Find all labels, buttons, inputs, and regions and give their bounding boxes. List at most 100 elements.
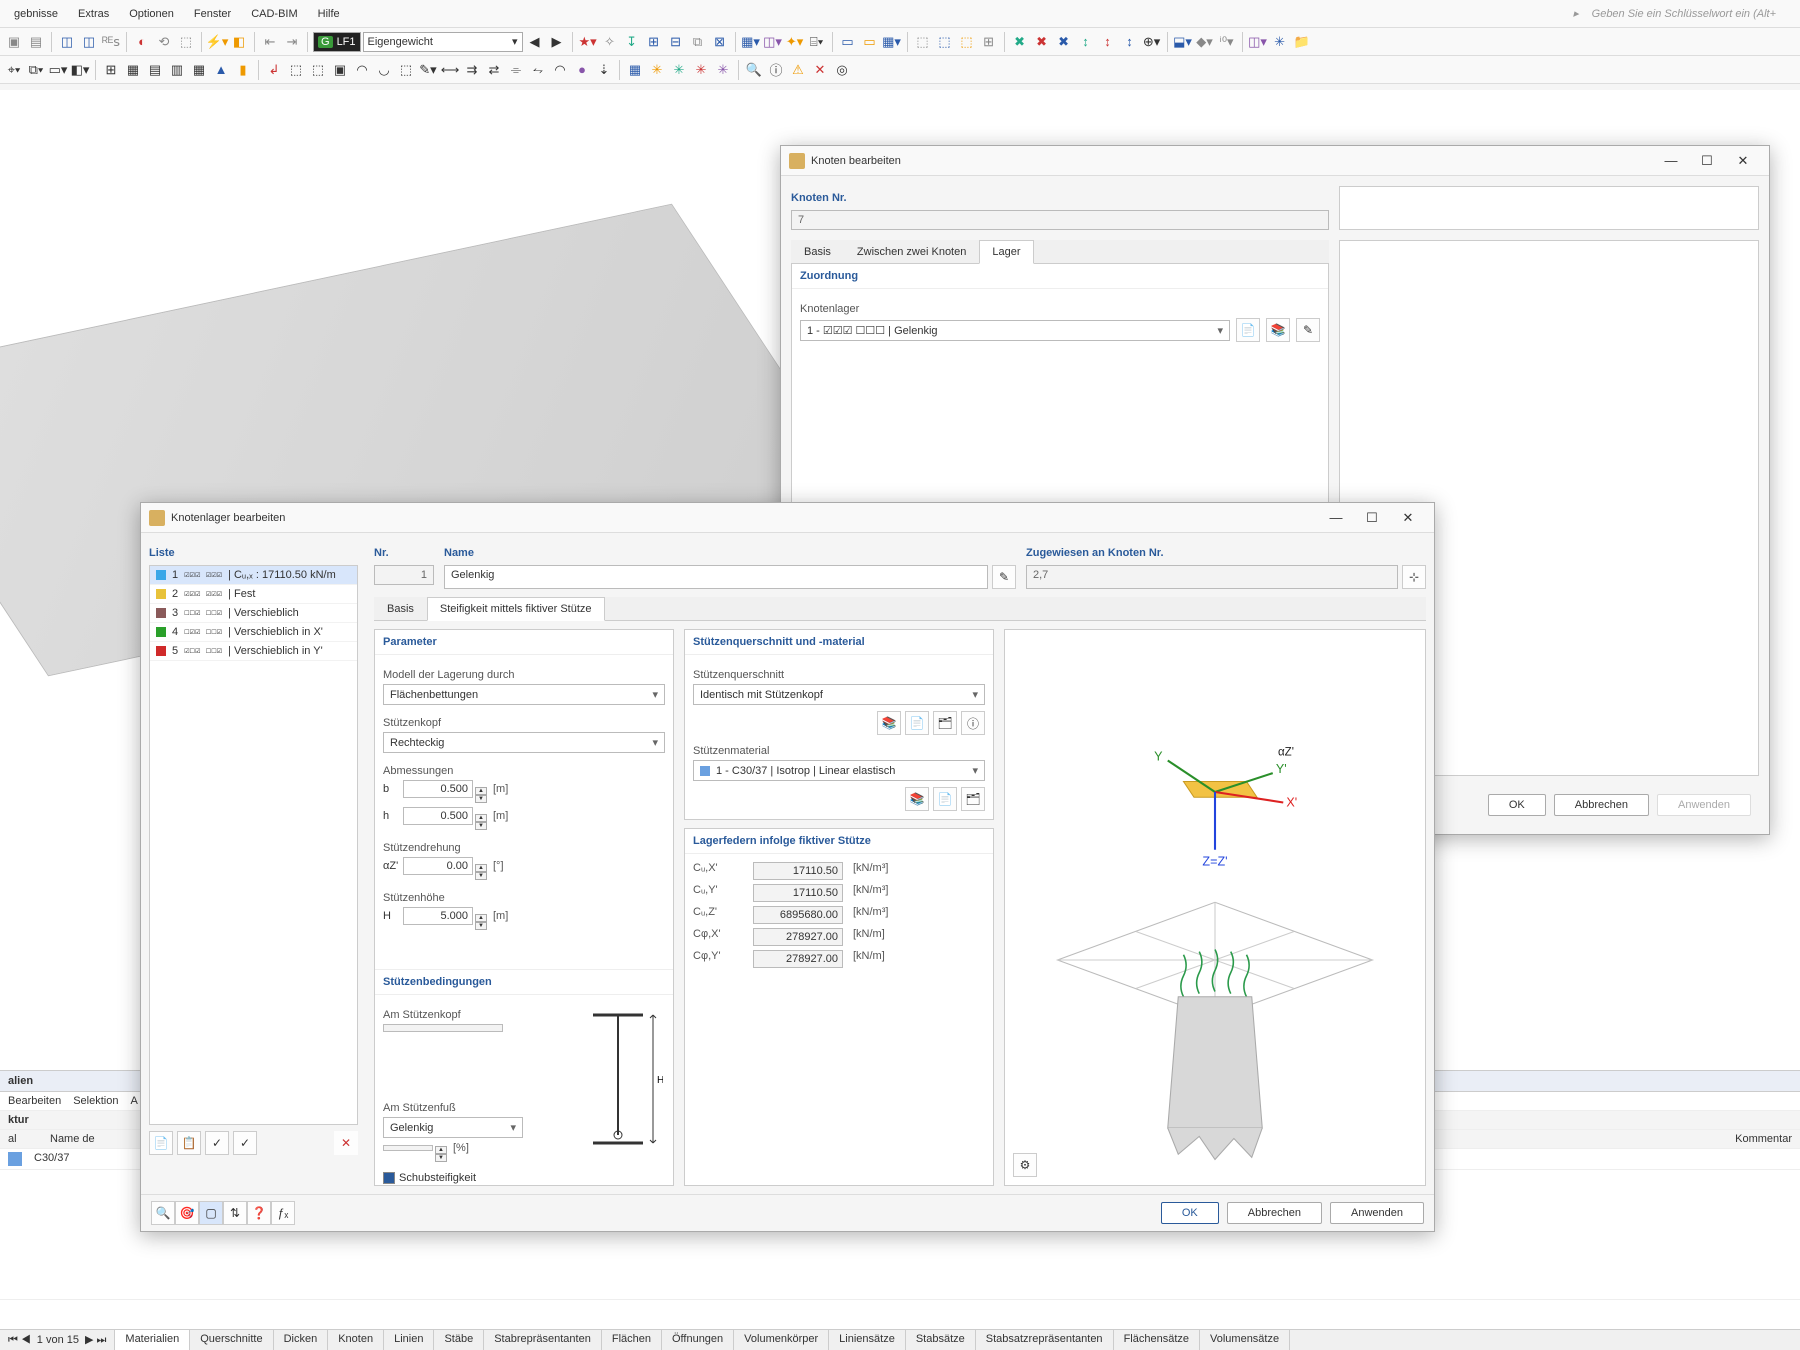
toolbar-icon[interactable]: ⬚ <box>935 32 955 52</box>
edit-name-icon[interactable]: ✎ <box>992 565 1016 589</box>
toolbar-icon[interactable]: ▥ <box>167 60 187 80</box>
model-select[interactable]: Flächenbettungen▾ <box>383 684 665 705</box>
assigned-input[interactable]: 2,7 <box>1026 565 1398 589</box>
toolbar-icon[interactable]: ◐ <box>132 32 152 52</box>
list-item[interactable]: 5☑☐☑ ☐☐☑| Verschieblich in Y' <box>150 642 357 661</box>
toolbar-icon[interactable]: ● <box>572 60 592 80</box>
ok-button[interactable]: OK <box>1488 794 1546 816</box>
lib-icon[interactable]: 📚 <box>905 787 929 811</box>
delete-icon[interactable]: ✕ <box>334 1131 358 1155</box>
toolbar-icon[interactable]: ▦▾ <box>741 32 761 52</box>
axis-y2-icon[interactable]: ↕ <box>1098 32 1118 52</box>
nodal-support-select[interactable]: 1 - ☑☑☑ ☐☐☐ | Gelenkig▾ <box>800 320 1230 341</box>
tab-support[interactable]: Lager <box>979 240 1033 264</box>
node-number-input[interactable]: 7 <box>791 210 1329 230</box>
toolbar-icon[interactable]: ▮ <box>233 60 253 80</box>
menu-item[interactable]: gebnisse <box>4 8 68 20</box>
tool-icon[interactable]: ❓ <box>247 1201 271 1225</box>
toolbar-icon[interactable]: ⊞ <box>979 32 999 52</box>
toolbar-icon[interactable]: ◠ <box>550 60 570 80</box>
toolbar-icon[interactable]: ⬚ <box>913 32 933 52</box>
toolbar-icon[interactable]: ⊞ <box>101 60 121 80</box>
check-icon[interactable]: ✓ <box>205 1131 229 1155</box>
tool-icon[interactable]: ƒₓ <box>271 1201 295 1225</box>
tab[interactable]: Stabsätze <box>906 1330 976 1350</box>
toolbar-icon[interactable]: ▭ <box>838 32 858 52</box>
toolbar-icon[interactable]: ◎ <box>832 60 852 80</box>
cancel-button[interactable]: Abbrechen <box>1227 1202 1322 1224</box>
toolbar-icon[interactable]: ◠ <box>352 60 372 80</box>
edit-icon[interactable]: 🗂 <box>961 787 985 811</box>
folder-icon[interactable]: 📁 <box>1292 32 1312 52</box>
apply-button[interactable]: Anwenden <box>1330 1202 1424 1224</box>
axis-y-icon[interactable]: ✖ <box>1032 32 1052 52</box>
tab-basis[interactable]: Basis <box>374 597 427 620</box>
nr-input[interactable]: 1 <box>374 565 434 585</box>
toolbar-icon[interactable]: ◧ <box>229 32 249 52</box>
new-icon[interactable]: 📄 <box>149 1131 173 1155</box>
delete-icon[interactable]: ✕ <box>810 60 830 80</box>
menu-item[interactable]: Extras <box>68 8 119 20</box>
titlebar[interactable]: Knoten bearbeiten ― ☐ ✕ <box>781 146 1769 176</box>
toolbar-icon[interactable]: ⧉▾ <box>26 60 46 80</box>
toolbar-icon[interactable]: ★▾ <box>578 32 598 52</box>
toolbar-icon[interactable]: ⬚ <box>957 32 977 52</box>
toolbar-icon[interactable]: ⌸▾ <box>807 32 827 52</box>
top-cond-input[interactable] <box>383 1024 503 1032</box>
toolbar-icon[interactable]: ▤ <box>145 60 165 80</box>
tab[interactable]: Liniensätze <box>829 1330 906 1350</box>
toolbar-icon[interactable]: ◡ <box>374 60 394 80</box>
toolbar-icon[interactable]: ◫ <box>79 32 99 52</box>
btn[interactable]: Selektion <box>73 1095 118 1107</box>
tab[interactable]: Querschnitte <box>190 1330 273 1350</box>
tab[interactable]: Stäbe <box>434 1330 484 1350</box>
toolbar-icon[interactable]: ✳ <box>647 60 667 80</box>
tab-basis[interactable]: Basis <box>791 240 844 263</box>
close-icon[interactable]: ✕ <box>1725 149 1761 173</box>
toolbar-icon[interactable]: ⌯ <box>506 60 526 80</box>
maximize-icon[interactable]: ☐ <box>1689 149 1725 173</box>
list-item[interactable]: 3☐☐☑ ☐☐☑| Verschieblich <box>150 604 357 623</box>
toolbar-icon[interactable]: ▣ <box>330 60 350 80</box>
list-item[interactable]: 2☑☑☑ ☑☑☑| Fest <box>150 585 357 604</box>
toolbar-icon[interactable]: ↧ <box>622 32 642 52</box>
btn[interactable]: Bearbeiten <box>8 1095 61 1107</box>
axis-x2-icon[interactable]: ↕ <box>1076 32 1096 52</box>
tab[interactable]: Flächen <box>602 1330 662 1350</box>
maximize-icon[interactable]: ☐ <box>1354 506 1390 530</box>
minimize-icon[interactable]: ― <box>1318 506 1354 530</box>
tab[interactable]: Dicken <box>274 1330 329 1350</box>
nav-next-icon[interactable]: ▶ <box>547 32 567 52</box>
toolbar-icon[interactable]: ▭ <box>860 32 880 52</box>
axis-z-icon[interactable]: ✖ <box>1054 32 1074 52</box>
close-icon[interactable]: ✕ <box>1390 506 1426 530</box>
toolbar-icon[interactable]: ⇉ <box>462 60 482 80</box>
new-icon[interactable]: 📄 <box>1236 318 1260 342</box>
record-navigator[interactable]: ⏮ ◀ 1 von 15 ▶ ⏭ <box>0 1330 115 1350</box>
toolbar-icon[interactable]: ⇥ <box>282 32 302 52</box>
view-settings-icon[interactable]: ⚙ <box>1013 1153 1037 1177</box>
minimize-icon[interactable]: ― <box>1653 149 1689 173</box>
b-input[interactable]: 0.500 <box>403 780 473 798</box>
new-icon[interactable]: 📄 <box>905 711 929 735</box>
toolbar-icon[interactable]: ⟲ <box>154 32 174 52</box>
tab[interactable]: Flächensätze <box>1114 1330 1200 1350</box>
h-input[interactable]: 0.500 <box>403 807 473 825</box>
toolbar-icon[interactable]: ⚡▾ <box>207 32 227 52</box>
lib-icon[interactable]: 📚 <box>877 711 901 735</box>
toolbar-icon[interactable]: ▦ <box>123 60 143 80</box>
toolbar-icon[interactable]: ⁱ⁰▾ <box>1217 32 1237 52</box>
pct-input[interactable] <box>383 1145 433 1151</box>
btn[interactable]: A <box>130 1095 137 1107</box>
toolbar-icon[interactable]: ◫▾ <box>763 32 783 52</box>
list-item[interactable]: 4☐☑☑ ☐☐☑| Verschieblich in X' <box>150 623 357 642</box>
toolbar-icon[interactable]: ⊕▾ <box>1142 32 1162 52</box>
tab-stiffness[interactable]: Steifigkeit mittels fiktiver Stütze <box>427 597 605 621</box>
toolbar-icon[interactable]: ⟷ <box>440 60 460 80</box>
toolbar-icon[interactable]: ✳ <box>713 60 733 80</box>
toolbar-icon[interactable]: ↲ <box>264 60 284 80</box>
tab[interactable]: Stabrepräsentanten <box>484 1330 602 1350</box>
toolbar-icon[interactable]: ⥊ <box>528 60 548 80</box>
toolbar-icon[interactable]: ▦ <box>625 60 645 80</box>
toolbar-icon[interactable]: ▦▾ <box>882 32 902 52</box>
